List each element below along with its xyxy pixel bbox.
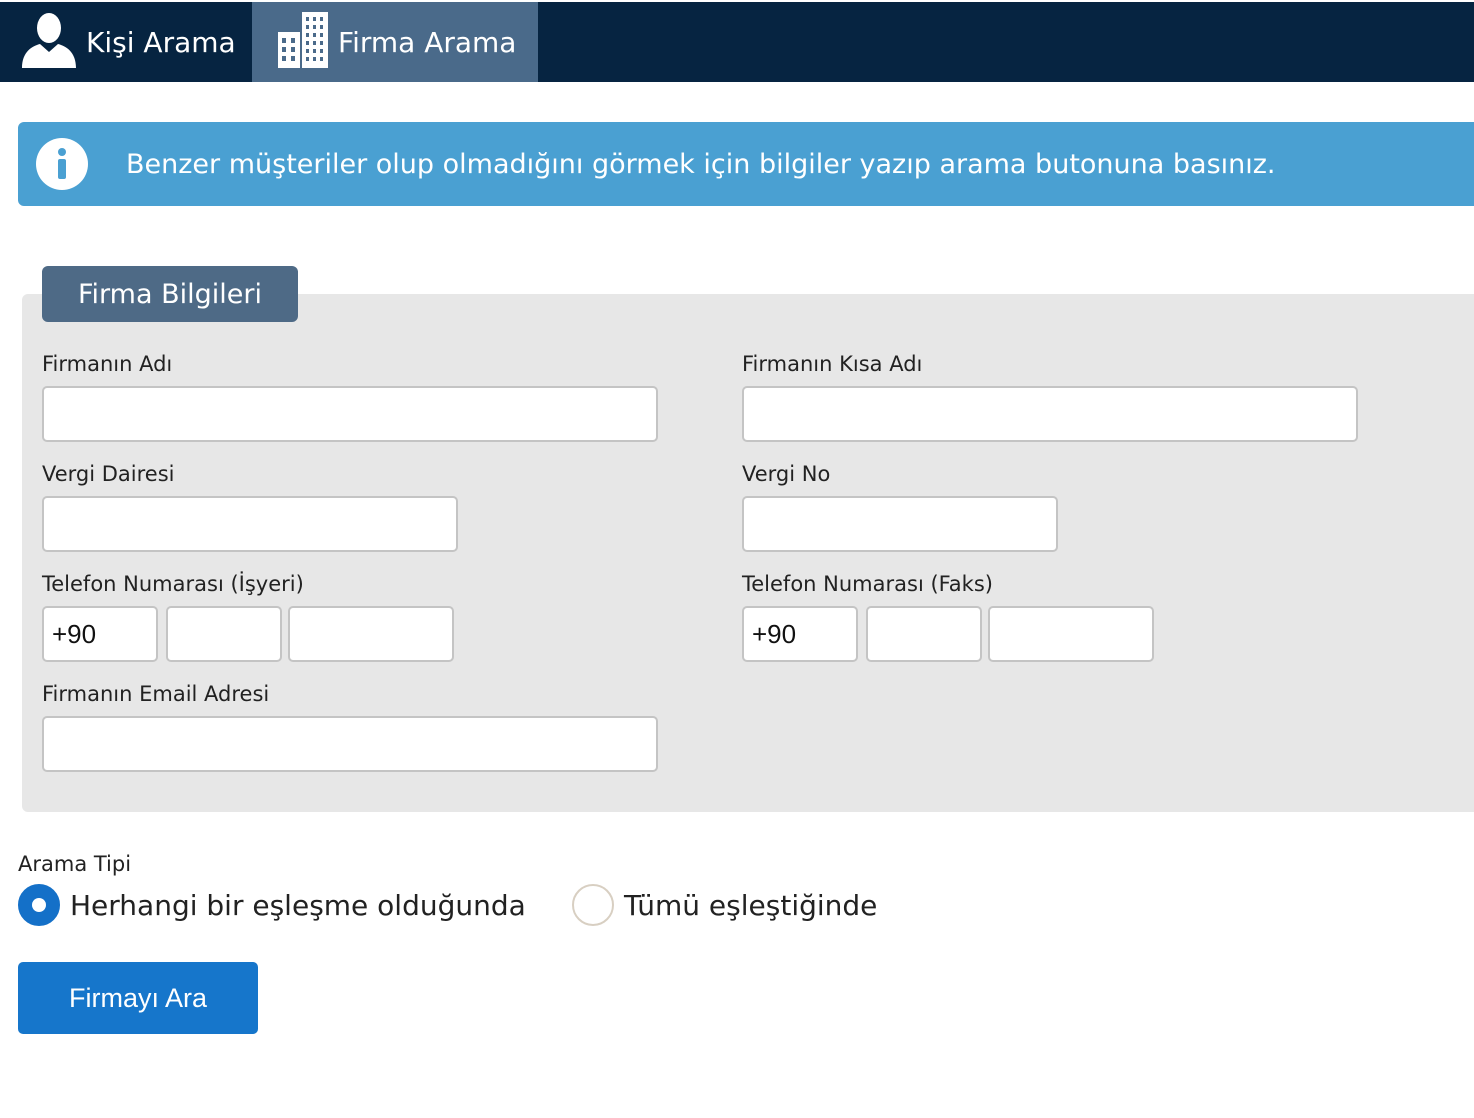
search-type-label: Arama Tipi <box>18 852 132 876</box>
search-company-button[interactable]: Firmayı Ara <box>18 962 258 1034</box>
any-match-radio[interactable] <box>18 884 60 926</box>
fax-label: Telefon Numarası (Faks) <box>742 572 993 596</box>
fax-number-input[interactable] <box>988 606 1154 662</box>
tax-office-input[interactable] <box>42 496 458 552</box>
search-type-any-option[interactable]: Herhangi bir eşleşme olduğunda <box>18 884 526 926</box>
email-input[interactable] <box>42 716 658 772</box>
email-label: Firmanın Email Adresi <box>42 682 270 706</box>
fax-country-code-input[interactable] <box>742 606 858 662</box>
fax-area-code-input[interactable] <box>866 606 982 662</box>
building-icon <box>274 8 332 77</box>
tab-person-search[interactable]: Kişi Arama <box>0 2 250 82</box>
person-icon <box>18 8 80 77</box>
info-banner: Benzer müşteriler olup olmadığını görmek… <box>18 122 1474 206</box>
tab-person-search-label: Kişi Arama <box>86 25 236 59</box>
tab-company-search[interactable]: Firma Arama <box>252 2 538 82</box>
phone-area-code-input[interactable] <box>166 606 282 662</box>
info-icon <box>36 138 88 190</box>
search-type-all-option[interactable]: Tümü eşleştiğinde <box>572 884 877 926</box>
company-info-legend: Firma Bilgileri <box>42 266 298 322</box>
top-tab-bar: Kişi Arama Firma Arama <box>0 2 1474 82</box>
short-name-label: Firmanın Kısa Adı <box>742 352 923 376</box>
short-name-input[interactable] <box>742 386 1358 442</box>
all-match-radio[interactable] <box>572 884 614 926</box>
tax-no-input[interactable] <box>742 496 1058 552</box>
phone-country-code-input[interactable] <box>42 606 158 662</box>
phone-label: Telefon Numarası (İşyeri) <box>42 572 304 596</box>
tax-no-label: Vergi No <box>742 462 831 486</box>
all-match-label[interactable]: Tümü eşleştiğinde <box>624 889 877 922</box>
company-name-label: Firmanın Adı <box>42 352 173 376</box>
tab-company-search-label: Firma Arama <box>338 25 517 59</box>
info-message: Benzer müşteriler olup olmadığını görmek… <box>126 148 1276 180</box>
any-match-label[interactable]: Herhangi bir eşleşme olduğunda <box>70 889 526 922</box>
company-name-input[interactable] <box>42 386 658 442</box>
tax-office-label: Vergi Dairesi <box>42 462 175 486</box>
phone-number-input[interactable] <box>288 606 454 662</box>
